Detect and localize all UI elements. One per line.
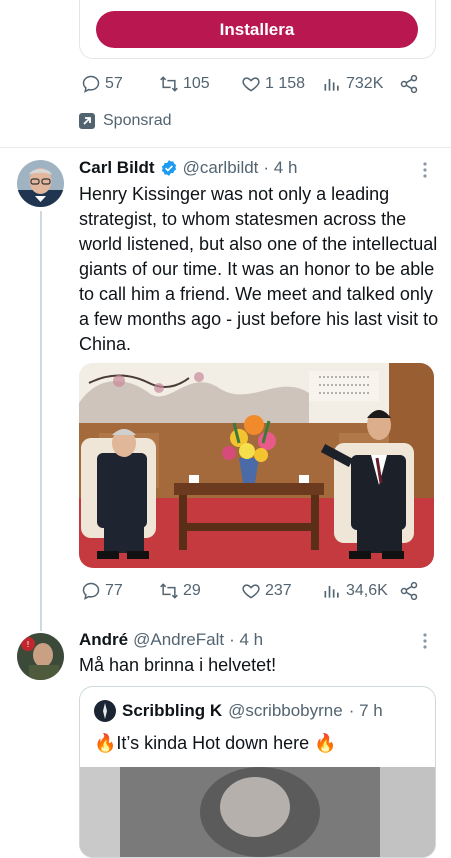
like-count: 1 158 xyxy=(265,75,306,92)
share-button[interactable] xyxy=(399,74,419,94)
like-count: 237 xyxy=(265,582,292,599)
divider xyxy=(0,147,451,148)
avatar-andre[interactable]: ! xyxy=(17,633,64,680)
thread-line xyxy=(40,211,42,631)
author-handle[interactable]: @carlbildt xyxy=(183,158,259,178)
views-icon xyxy=(324,79,339,91)
avatar-scribbling-k xyxy=(94,700,116,722)
share-icon xyxy=(400,74,418,94)
like-button[interactable]: 237 xyxy=(241,581,292,601)
more-options-icon[interactable] xyxy=(418,162,432,178)
retweet-count: 105 xyxy=(183,75,210,92)
more-options-icon[interactable] xyxy=(418,633,432,649)
views-icon xyxy=(324,586,339,598)
promoted-icon xyxy=(79,113,95,129)
share-button[interactable] xyxy=(399,581,419,601)
views-count: 732K xyxy=(346,75,384,92)
retweet-icon xyxy=(160,76,178,92)
like-button[interactable]: 1 158 xyxy=(241,74,305,94)
avatar-carl-bildt[interactable] xyxy=(17,160,64,207)
reply-button[interactable]: 57 xyxy=(81,74,123,94)
quote-header: Scribbling K @scribbobyrne · 7 h xyxy=(94,700,383,722)
tweet-action-bar: 77 29 237 34,6K xyxy=(0,581,451,605)
reply-icon xyxy=(82,582,100,600)
quote-photo xyxy=(80,767,435,857)
reply-count: 57 xyxy=(105,75,123,92)
tweet-text: Henry Kissinger was not only a leading s… xyxy=(79,184,439,354)
views-button[interactable]: 732K xyxy=(322,74,383,94)
tweet-time[interactable]: · 4 h xyxy=(263,158,297,178)
views-button[interactable]: 34,6K xyxy=(322,581,388,601)
quote-time: · 7 h xyxy=(348,701,383,720)
views-count: 34,6K xyxy=(346,582,388,599)
tweet-text: Må han brinna i helvetet! xyxy=(79,655,277,675)
retweet-icon xyxy=(160,583,178,599)
tweet-photo[interactable] xyxy=(79,363,434,568)
retweet-button[interactable]: 29 xyxy=(159,581,201,601)
install-button[interactable]: Installera xyxy=(96,11,418,48)
ad-action-bar: 57 105 1 158 732K xyxy=(0,74,451,98)
tweet-header: André @AndreFalt · 4 h xyxy=(79,630,263,650)
quote-tweet[interactable]: Scribbling K @scribbobyrne · 7 h 🔥It’s k… xyxy=(79,686,436,858)
heart-icon xyxy=(242,584,260,599)
author-name[interactable]: Carl Bildt xyxy=(79,158,155,178)
retweet-count: 29 xyxy=(183,582,201,599)
reply-icon xyxy=(82,75,100,93)
author-handle[interactable]: @AndreFalt xyxy=(133,630,224,650)
verified-badge-icon xyxy=(161,160,176,176)
reply-count: 77 xyxy=(105,582,123,599)
author-name[interactable]: André xyxy=(79,630,128,650)
tweet-header: Carl Bildt @carlbildt · 4 h xyxy=(79,158,297,178)
retweet-button[interactable]: 105 xyxy=(159,74,210,94)
heart-icon xyxy=(242,77,260,92)
quote-author-name: Scribbling K xyxy=(122,701,223,720)
sponsored-label: Sponsrad xyxy=(79,112,172,130)
tweet-time[interactable]: · 4 h xyxy=(229,630,263,650)
reply-button[interactable]: 77 xyxy=(81,581,123,601)
meeting-photo xyxy=(79,363,434,568)
quote-author-handle: @scribbobyrne xyxy=(228,701,343,720)
quote-text: 🔥It’s kinda Hot down here 🔥 xyxy=(94,733,337,753)
share-icon xyxy=(400,581,418,601)
svg-text:!: ! xyxy=(26,640,29,649)
